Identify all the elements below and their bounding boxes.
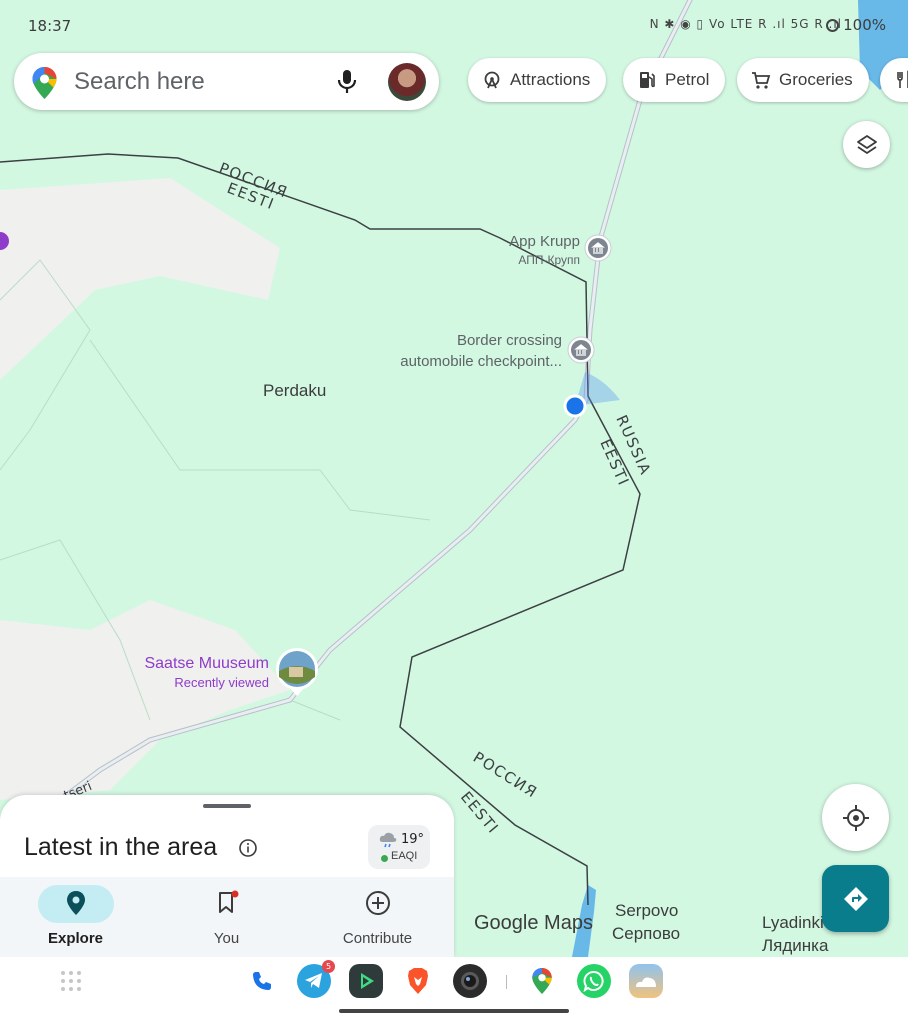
chip-label: Groceries bbox=[779, 70, 853, 89]
battery-status: 100% bbox=[826, 16, 886, 34]
telegram-badge: 5 bbox=[322, 960, 335, 973]
app-drawer-icon[interactable] bbox=[60, 970, 82, 992]
search-input[interactable]: Search here bbox=[74, 68, 205, 96]
status-bar: 18:37 N ✱ ◉ ▯ Vo LTE R .ıl 5G R .ıl 100% bbox=[0, 0, 908, 52]
camera-app-icon[interactable] bbox=[453, 964, 487, 998]
add-circle-icon bbox=[366, 891, 390, 915]
weather-aqi-label: EAQI bbox=[391, 850, 418, 862]
my-location-button[interactable] bbox=[822, 784, 889, 851]
nav-contribute-label: Contribute bbox=[342, 930, 413, 947]
poi-border-crossing-line1: Border crossing bbox=[456, 332, 562, 349]
place-serpovo-ru: Серпово bbox=[612, 924, 681, 943]
nav-you-label: You bbox=[213, 930, 240, 947]
directions-icon bbox=[843, 886, 868, 911]
chip-label: Attractions bbox=[510, 70, 591, 89]
telegram-app-icon[interactable]: 5 bbox=[297, 960, 335, 998]
brave-app-icon[interactable] bbox=[401, 964, 435, 998]
cart-icon bbox=[752, 72, 771, 89]
nav-contribute[interactable]: Contribute bbox=[302, 877, 453, 957]
battery-icon bbox=[826, 19, 840, 32]
google-maps-watermark: Google Maps bbox=[474, 912, 593, 934]
poi-saatse-sub: Recently viewed bbox=[174, 675, 269, 690]
phone-app-icon[interactable] bbox=[245, 964, 279, 998]
current-location-dot bbox=[563, 394, 587, 418]
directions-button[interactable] bbox=[822, 865, 889, 932]
bottom-nav: Explore You Contribute bbox=[0, 877, 454, 957]
poi-border-crossing-line2: automobile checkpoint... bbox=[400, 353, 562, 370]
weather-chip[interactable]: 19° EAQI bbox=[368, 825, 430, 869]
status-icons: N ✱ ◉ ▯ Vo LTE R .ıl 5G R .ıl bbox=[649, 17, 842, 31]
info-icon[interactable] bbox=[238, 838, 258, 863]
poi-border-crossing[interactable]: Border crossing automobile checkpoint... bbox=[340, 330, 562, 372]
chip-petrol[interactable]: Petrol bbox=[623, 58, 726, 102]
bookmark-icon bbox=[219, 890, 239, 913]
place-serpovo[interactable]: Serpovo bbox=[615, 901, 678, 921]
layers-button[interactable] bbox=[843, 121, 890, 168]
restaurant-icon bbox=[897, 70, 908, 88]
status-time: 18:37 bbox=[28, 17, 72, 35]
media-player-app-icon[interactable] bbox=[349, 964, 383, 998]
weather-app-icon[interactable] bbox=[629, 964, 663, 998]
weather-temperature: 19° bbox=[401, 832, 425, 847]
dock-separator bbox=[506, 975, 507, 989]
place-lyadinki-ru: Лядинка bbox=[762, 936, 829, 955]
poi-saatse-museum[interactable]: Saatse Muuseum Recently viewed bbox=[100, 655, 269, 690]
layers-icon bbox=[856, 134, 877, 154]
fuel-pump-icon bbox=[640, 72, 655, 88]
location-pin-icon bbox=[67, 891, 85, 915]
chip-label: Petrol bbox=[665, 70, 710, 89]
whatsapp-app-icon[interactable] bbox=[577, 964, 611, 998]
nav-explore-label: Explore bbox=[47, 930, 104, 947]
system-dock: 5 bbox=[0, 957, 908, 1024]
bottom-sheet[interactable]: Latest in the area 19° EAQI Explore You … bbox=[0, 795, 454, 957]
museum-icon bbox=[584, 234, 612, 262]
nav-you[interactable]: You bbox=[151, 877, 302, 957]
battery-percent: 100% bbox=[843, 16, 886, 34]
poi-saatse-label: Saatse Muuseum bbox=[144, 655, 269, 672]
poi-app-krupp-label: App Krupp bbox=[509, 233, 580, 250]
place-perdaku[interactable]: Perdaku bbox=[263, 381, 326, 401]
maps-app-icon[interactable] bbox=[525, 964, 559, 998]
aqi-indicator-dot bbox=[381, 855, 388, 862]
maps-pin-icon bbox=[32, 67, 57, 104]
crosshair-icon bbox=[842, 804, 869, 831]
chip-attractions[interactable]: Attractions bbox=[468, 58, 607, 102]
ferris-wheel-icon bbox=[484, 71, 500, 89]
sheet-title: Latest in the area bbox=[24, 833, 218, 861]
sheet-drag-handle[interactable] bbox=[203, 804, 251, 808]
rain-cloud-icon bbox=[379, 832, 397, 848]
poi-app-krupp[interactable]: App Krupp bbox=[470, 231, 580, 252]
microphone-icon[interactable] bbox=[336, 69, 358, 100]
account-avatar[interactable] bbox=[388, 63, 426, 101]
nav-explore[interactable]: Explore bbox=[0, 877, 151, 957]
home-indicator[interactable] bbox=[339, 1009, 569, 1013]
chip-groceries[interactable]: Groceries bbox=[737, 58, 869, 102]
poi-app-krupp-ru: АПП-Крупп bbox=[518, 253, 580, 267]
search-bar[interactable]: Search here bbox=[14, 53, 439, 110]
museum-icon bbox=[567, 336, 595, 364]
place-lyadinki[interactable]: Lyadinki bbox=[762, 913, 824, 933]
